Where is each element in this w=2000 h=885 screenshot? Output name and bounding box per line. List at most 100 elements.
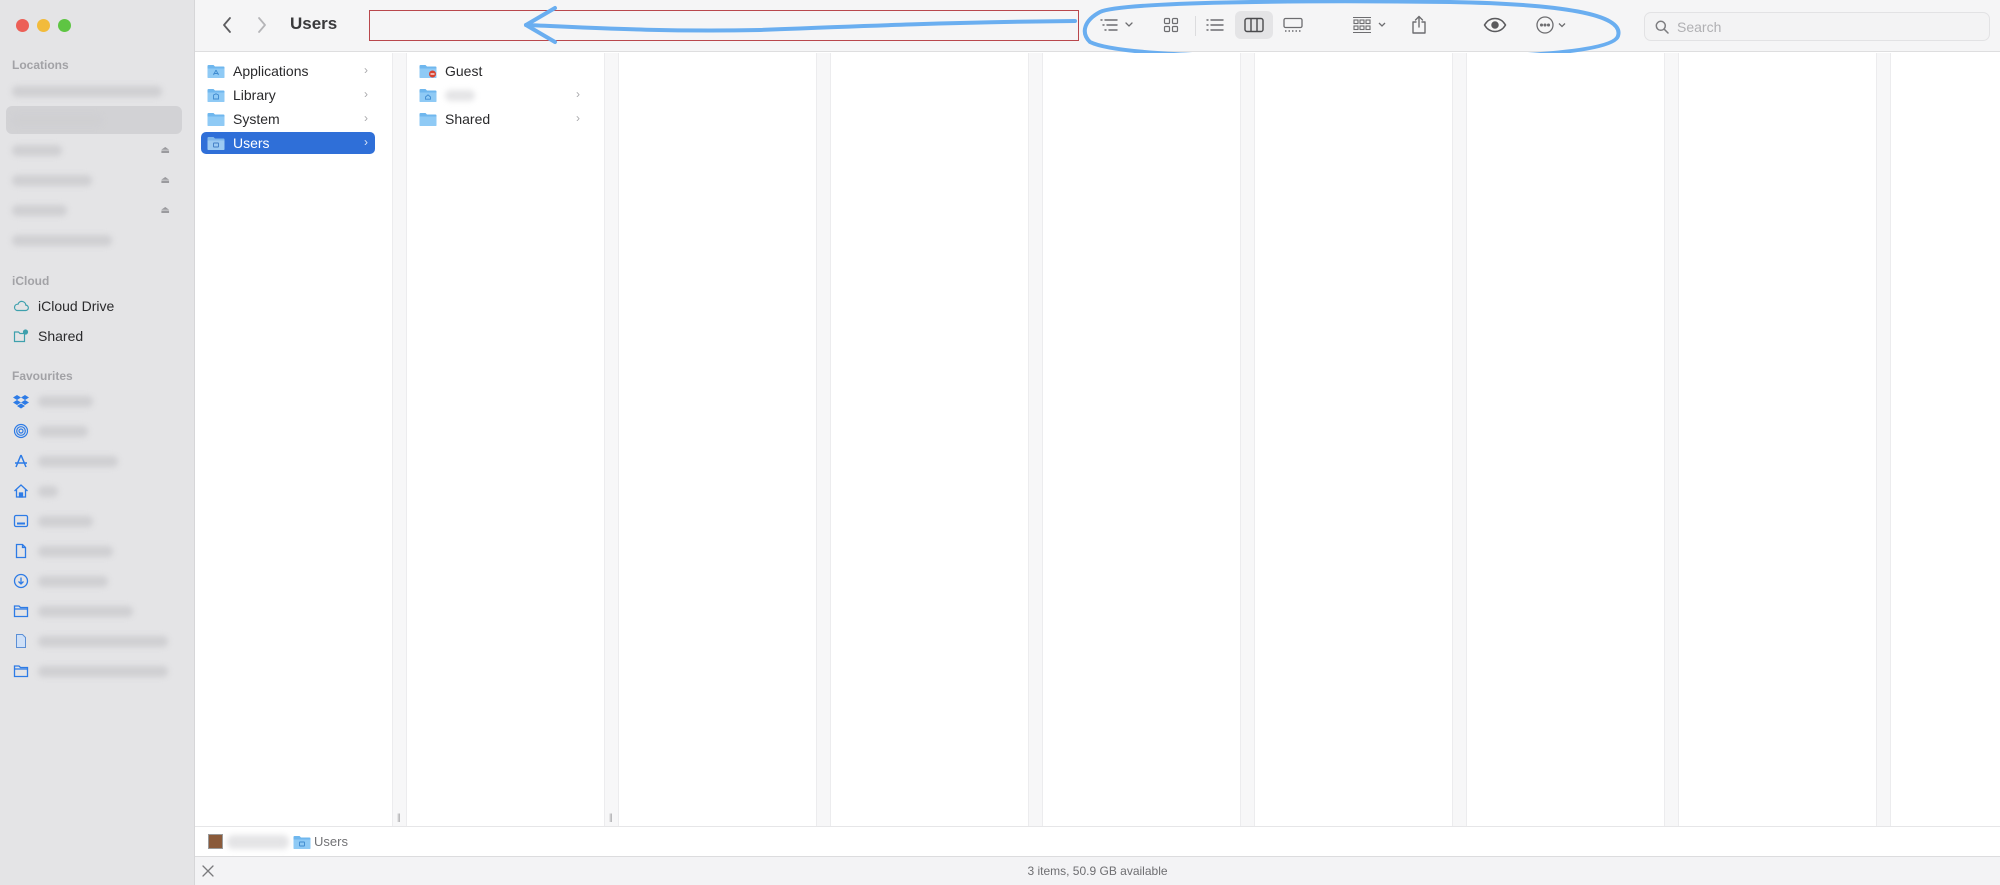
eject-icon[interactable]: ⏏	[161, 145, 170, 156]
share-button[interactable]	[1405, 11, 1433, 39]
more-actions-button[interactable]	[1533, 11, 1577, 39]
quicklook-button[interactable]	[1479, 11, 1511, 39]
gallery-view-button[interactable]	[1277, 11, 1309, 39]
list-item-library[interactable]: Library ›	[201, 84, 375, 106]
blurred-label	[12, 85, 162, 97]
column-separator[interactable]	[816, 53, 831, 826]
blurred-path-segment[interactable]	[227, 834, 289, 849]
blurred-label	[38, 395, 93, 407]
sidebar-item-location-6[interactable]	[6, 226, 182, 254]
blurred-label	[38, 425, 88, 437]
eject-icon[interactable]: ⏏	[161, 205, 170, 216]
back-button[interactable]	[214, 12, 240, 38]
sidebar-item-favourite-folder-1[interactable]	[6, 597, 182, 625]
column-empty	[619, 53, 816, 826]
list-item-applications[interactable]: Applications ›	[201, 60, 375, 82]
list-view-button[interactable]	[1200, 11, 1230, 39]
status-text: 3 items, 50.9 GB available	[1027, 864, 1168, 878]
gallery-icon	[1283, 17, 1303, 32]
blurred-label	[38, 515, 93, 527]
blurred-label	[38, 665, 168, 677]
sidebar-item-favourite-applications[interactable]	[6, 447, 182, 475]
sidebar-item-label: iCloud Drive	[38, 298, 115, 314]
sort-menu-button[interactable]	[1095, 11, 1141, 39]
window-controls	[16, 19, 71, 32]
applications-folder-icon	[207, 64, 225, 78]
list-item-guest[interactable]: Guest	[413, 60, 587, 82]
share-icon	[1412, 15, 1426, 34]
chevron-right-icon	[258, 17, 266, 33]
column-resize-handle[interactable]: ||	[604, 53, 619, 826]
icon-view-button[interactable]	[1157, 11, 1185, 39]
search-icon	[1655, 20, 1669, 34]
column-separator[interactable]	[1664, 53, 1679, 826]
airdrop-icon	[12, 422, 30, 440]
sidebar-item-favourite-folder-2[interactable]	[6, 657, 182, 685]
folder-icon	[12, 602, 30, 620]
close-window-button[interactable]	[16, 19, 29, 32]
column-empty	[831, 53, 1028, 826]
home-folder-icon	[419, 88, 437, 102]
sidebar-item-location-1[interactable]	[6, 77, 182, 105]
blurred-label	[12, 234, 112, 246]
group-menu-button[interactable]	[1350, 11, 1394, 39]
hard-drive-icon[interactable]	[208, 834, 223, 849]
blurred-label	[12, 144, 62, 156]
column-view-button[interactable]	[1235, 11, 1273, 39]
list-item-system[interactable]: System ›	[201, 108, 375, 130]
list-item-users[interactable]: Users ›	[201, 132, 375, 154]
forward-button[interactable]	[249, 12, 275, 38]
column-users: Guest › Shared ›	[407, 53, 604, 826]
sidebar-section-icloud: iCloud	[12, 274, 50, 288]
maximize-window-button[interactable]	[58, 19, 71, 32]
home-icon	[12, 482, 30, 500]
blurred-label	[38, 545, 113, 557]
sidebar-item-favourite-file[interactable]	[6, 627, 182, 655]
column-separator[interactable]	[1028, 53, 1043, 826]
sidebar-item-shared[interactable]: Shared	[6, 322, 182, 350]
sidebar-item-location-4[interactable]: ⏏	[6, 166, 182, 194]
eye-icon	[1483, 17, 1507, 33]
chevron-right-icon: ›	[364, 111, 368, 125]
column-separator[interactable]	[1876, 53, 1891, 826]
item-label: Shared	[445, 111, 491, 127]
window-title: Users	[290, 14, 338, 33]
sidebar-item-location-3[interactable]: ⏏	[6, 136, 182, 164]
path-segment-users[interactable]: Users	[314, 834, 348, 849]
sidebar-item-icloud-drive[interactable]: iCloud Drive	[6, 292, 182, 320]
chevron-left-icon	[223, 17, 231, 33]
column-resize-handle[interactable]: ||	[392, 53, 407, 826]
column-separator[interactable]	[1452, 53, 1467, 826]
list-item-shared[interactable]: Shared ›	[413, 108, 587, 130]
sidebar-item-favourite-airdrop[interactable]	[6, 417, 182, 445]
sidebar-item-location-2[interactable]	[6, 106, 182, 134]
group-icon	[1353, 16, 1386, 34]
eject-icon[interactable]: ⏏	[161, 175, 170, 186]
blurred-label	[12, 204, 67, 216]
blurred-label	[12, 174, 92, 186]
dropbox-icon	[12, 392, 30, 410]
sidebar-item-location-5[interactable]: ⏏	[6, 196, 182, 224]
sidebar-item-favourite-desktop[interactable]	[6, 507, 182, 535]
columns-icon	[1244, 17, 1264, 33]
chevron-right-icon: ›	[576, 87, 580, 101]
sidebar-item-favourite-documents[interactable]	[6, 537, 182, 565]
sidebar-item-favourite-downloads[interactable]	[6, 567, 182, 595]
chevron-right-icon: ›	[364, 63, 368, 77]
library-folder-icon	[207, 88, 225, 102]
toolbar-divider	[1195, 16, 1196, 36]
users-folder-icon	[207, 136, 225, 150]
status-bar: 3 items, 50.9 GB available	[195, 856, 2000, 885]
minimize-window-button[interactable]	[37, 19, 50, 32]
column-separator[interactable]	[1240, 53, 1255, 826]
resize-grip-icon: ||	[397, 812, 401, 822]
sidebar-item-favourite-home[interactable]	[6, 477, 182, 505]
guest-folder-icon	[419, 64, 437, 78]
list-item-home-user[interactable]: ›	[413, 84, 587, 106]
sidebar-item-favourite-dropbox[interactable]	[6, 387, 182, 415]
list-icon	[1206, 19, 1224, 31]
search-input[interactable]	[1677, 18, 1977, 35]
search-field[interactable]	[1644, 12, 1990, 41]
sidebar-item-label: Shared	[38, 328, 84, 344]
column-empty	[1043, 53, 1240, 826]
